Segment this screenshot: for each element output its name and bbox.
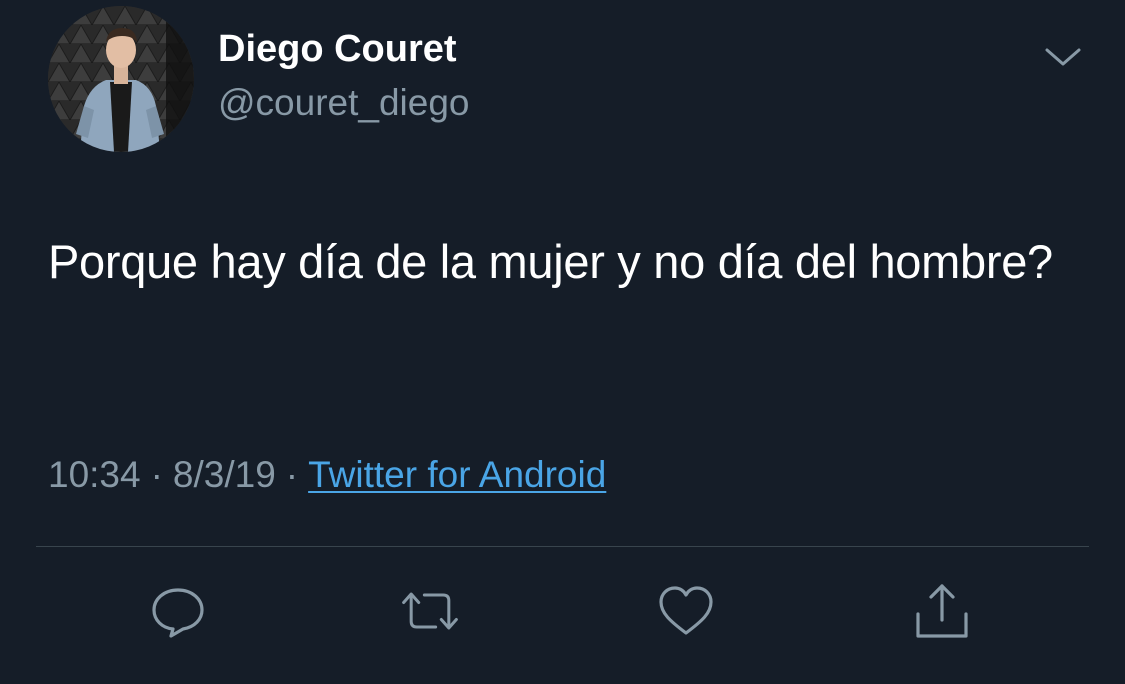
author-handle[interactable]: @couret_diego [218, 80, 470, 126]
tweet-detail: Diego Couret @couret_diego Porque hay dí… [0, 0, 1125, 684]
reply-button[interactable] [146, 578, 210, 644]
retweet-button[interactable] [398, 578, 462, 644]
meta-separator: · [150, 454, 163, 495]
chevron-down-icon [1045, 48, 1081, 66]
retweet-icon [402, 592, 458, 630]
heart-icon [659, 586, 713, 635]
action-bar [0, 578, 1125, 650]
more-options-button[interactable] [1042, 40, 1084, 74]
tweet-source-link[interactable]: Twitter for Android [308, 454, 606, 495]
tweet-date: 8/3/19 [172, 454, 276, 495]
reply-icon [152, 588, 204, 638]
avatar-photo [48, 6, 194, 152]
tweet-time: 10:34 [48, 454, 141, 495]
like-button[interactable] [654, 578, 718, 644]
meta-separator: · [285, 454, 299, 495]
author-display-name[interactable]: Diego Couret [218, 26, 470, 72]
share-icon [916, 584, 968, 638]
tweet-meta: 10:34 · 8/3/19 · Twitter for Android [48, 452, 606, 498]
divider [36, 546, 1089, 547]
tweet-text: Porque hay día de la mujer y no día del … [48, 235, 1053, 288]
author-block[interactable]: Diego Couret @couret_diego [218, 26, 470, 126]
avatar[interactable] [48, 6, 194, 152]
share-button[interactable] [910, 578, 974, 644]
